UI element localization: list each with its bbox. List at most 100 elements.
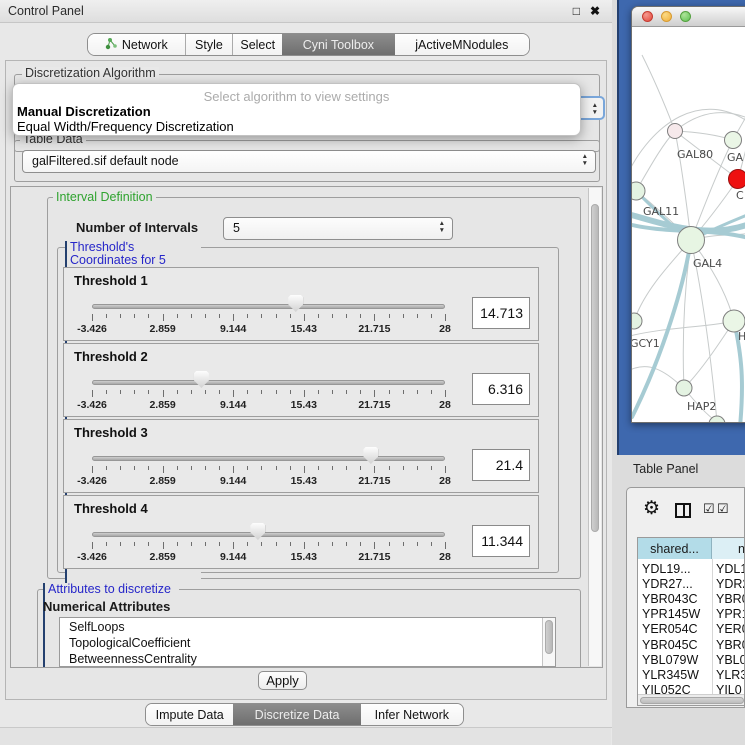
bottom-tab-infer-network[interactable]: Infer Network [361,704,463,725]
tab-label: jActiveMNodules [415,38,508,52]
threshold-slider-track[interactable] [92,304,445,309]
mac-zoom-icon[interactable] [680,11,691,22]
threshold-slider-track[interactable] [92,532,445,537]
tab-jactivemnodules[interactable]: jActiveMNodules [395,34,529,55]
scale-label: -3.426 [77,475,107,487]
threshold-value-field[interactable]: 14.713 [472,297,530,329]
tick-mark [389,390,390,394]
tick-mark [374,390,375,397]
threshold-value-field[interactable]: 6.316 [472,373,530,405]
column-header-shared[interactable]: shared... [638,538,712,559]
mac-close-icon[interactable] [642,11,653,22]
table-h-scrollbar[interactable] [638,694,745,705]
threshold-slider-track[interactable] [92,456,445,461]
bottom-tab-impute-data[interactable]: Impute Data [146,704,233,725]
tick-mark [290,542,291,546]
node-table[interactable]: shared... na YDL19...YDL1YDR27...YDR2YBR… [637,537,745,706]
threshold-slider-thumb[interactable] [250,523,265,540]
network-edge[interactable] [675,113,745,131]
threshold-slider-track[interactable] [92,380,445,385]
gear-icon[interactable]: ⚙ [643,497,660,520]
split-columns-icon[interactable] [675,503,691,518]
network-canvas[interactable]: GAL80GACGAL11GAL4GCY1HHAP2 [632,27,745,422]
column-header-name[interactable]: na [712,538,745,559]
table-row-cell[interactable]: YPR145W [642,607,700,621]
tab-network[interactable]: Network [88,34,185,55]
table-data-combo[interactable]: galFiltered.sif default node ▲ ▼ [22,150,596,173]
table-row-cell[interactable]: YBR0 [716,592,745,606]
network-edge[interactable] [642,55,675,131]
attributes-list-scrollbar[interactable] [542,618,555,667]
tick-mark [431,314,432,318]
tab-label: Select [240,38,275,52]
checkbox-checked-icon[interactable]: ☑ [717,501,729,517]
tick-mark [389,542,390,546]
node-gal11[interactable] [632,182,645,200]
attribute-item-topologicalcoefficient[interactable]: TopologicalCoefficient [69,636,190,650]
scale-label: 21.715 [358,399,390,411]
tab-style[interactable]: Style [185,34,233,55]
network-edge[interactable] [684,321,734,388]
scale-label: 15.43 [291,323,317,335]
apply-button[interactable]: Apply [258,671,307,690]
table-row-cell[interactable]: YBR043C [642,592,698,606]
close-window-icon[interactable]: ✖ [590,4,600,18]
tab-cyni-toolbox[interactable]: Cyni Toolbox [282,34,394,55]
table-row-cell[interactable]: YBL079W [642,653,698,667]
tick-mark [290,390,291,394]
tick-mark [261,466,262,470]
settings-panel-scrollbar[interactable] [588,188,601,666]
node-gal4[interactable] [678,227,705,254]
bottom-tab-discretize-data[interactable]: Discretize Data [233,704,360,725]
scale-label: 28 [439,323,451,335]
threshold-panel-2: Threshold 2-3.4262.8599.14415.4321.71528… [63,343,539,417]
table-row-cell[interactable]: YER054C [642,622,698,636]
table-row-cell[interactable]: YLR3 [716,668,745,682]
tick-mark [346,390,347,394]
threshold-value-field[interactable]: 21.4 [472,449,530,481]
tick-mark [163,542,164,549]
numerical-attributes-list[interactable]: SelfLoops TopologicalCoefficient Betweenne… [59,617,556,667]
table-row-cell[interactable]: YDR27... [642,577,693,591]
attribute-item-selfloops[interactable]: SelfLoops [69,620,125,634]
float-window-icon[interactable]: □ [573,4,580,18]
node-hap2[interactable] [676,380,692,396]
node-h[interactable] [723,310,745,332]
table-row-cell[interactable]: YDL19... [642,562,691,576]
attribute-item-betweennesscentrality[interactable]: BetweennessCentrality [69,652,197,666]
algorithm-option-equal-width-frequency-discretization[interactable]: Equal Width/Frequency Discretization [17,119,234,134]
table-row-cell[interactable]: YLR345W [642,668,699,682]
table-row-cell[interactable]: YER0 [716,622,745,636]
tick-mark [233,314,234,321]
mac-minimize-icon[interactable] [661,11,672,22]
threshold-value-field[interactable]: 11.344 [472,525,530,557]
network-edge[interactable] [636,131,675,191]
table-row-cell[interactable]: YBR0 [716,638,745,652]
table-h-scroll-thumb[interactable] [640,697,744,704]
node-pink[interactable] [668,124,683,139]
tick-mark [332,542,333,546]
tab-select[interactable]: Select [232,34,282,55]
threshold-slider-thumb[interactable] [194,371,209,388]
tick-mark [219,466,220,470]
checkbox-checked-icon[interactable]: ☑ [703,501,715,517]
table-row-cell[interactable]: YBR045C [642,638,698,652]
threshold-panel-4: Threshold 4-3.4262.8599.14415.4321.71528… [63,495,539,569]
apply-button-label: Apply [266,673,299,688]
attributes-list-scroll-thumb[interactable] [545,620,553,654]
node-green-tr[interactable] [725,132,742,149]
threshold-slider-thumb[interactable] [288,295,303,312]
table-row-cell[interactable]: YBL0 [716,653,745,667]
scale-label: 9.144 [220,399,246,411]
settings-panel-scroll-thumb[interactable] [591,204,599,532]
table-row-cell[interactable]: YPR1 [716,607,745,621]
table-row-cell[interactable]: YDL1 [716,562,745,576]
algorithm-option-manual-discretization[interactable]: Manual Discretization [17,104,151,119]
node-gcy1[interactable] [632,313,642,329]
threshold-slider-thumb[interactable] [363,447,378,464]
column-header-name-label: na [738,542,745,556]
node-red[interactable] [729,170,745,189]
tick-mark [318,542,319,546]
num-intervals-combo[interactable]: 5 ▲ ▼ [223,217,453,240]
table-row-cell[interactable]: YDR2 [716,577,745,591]
